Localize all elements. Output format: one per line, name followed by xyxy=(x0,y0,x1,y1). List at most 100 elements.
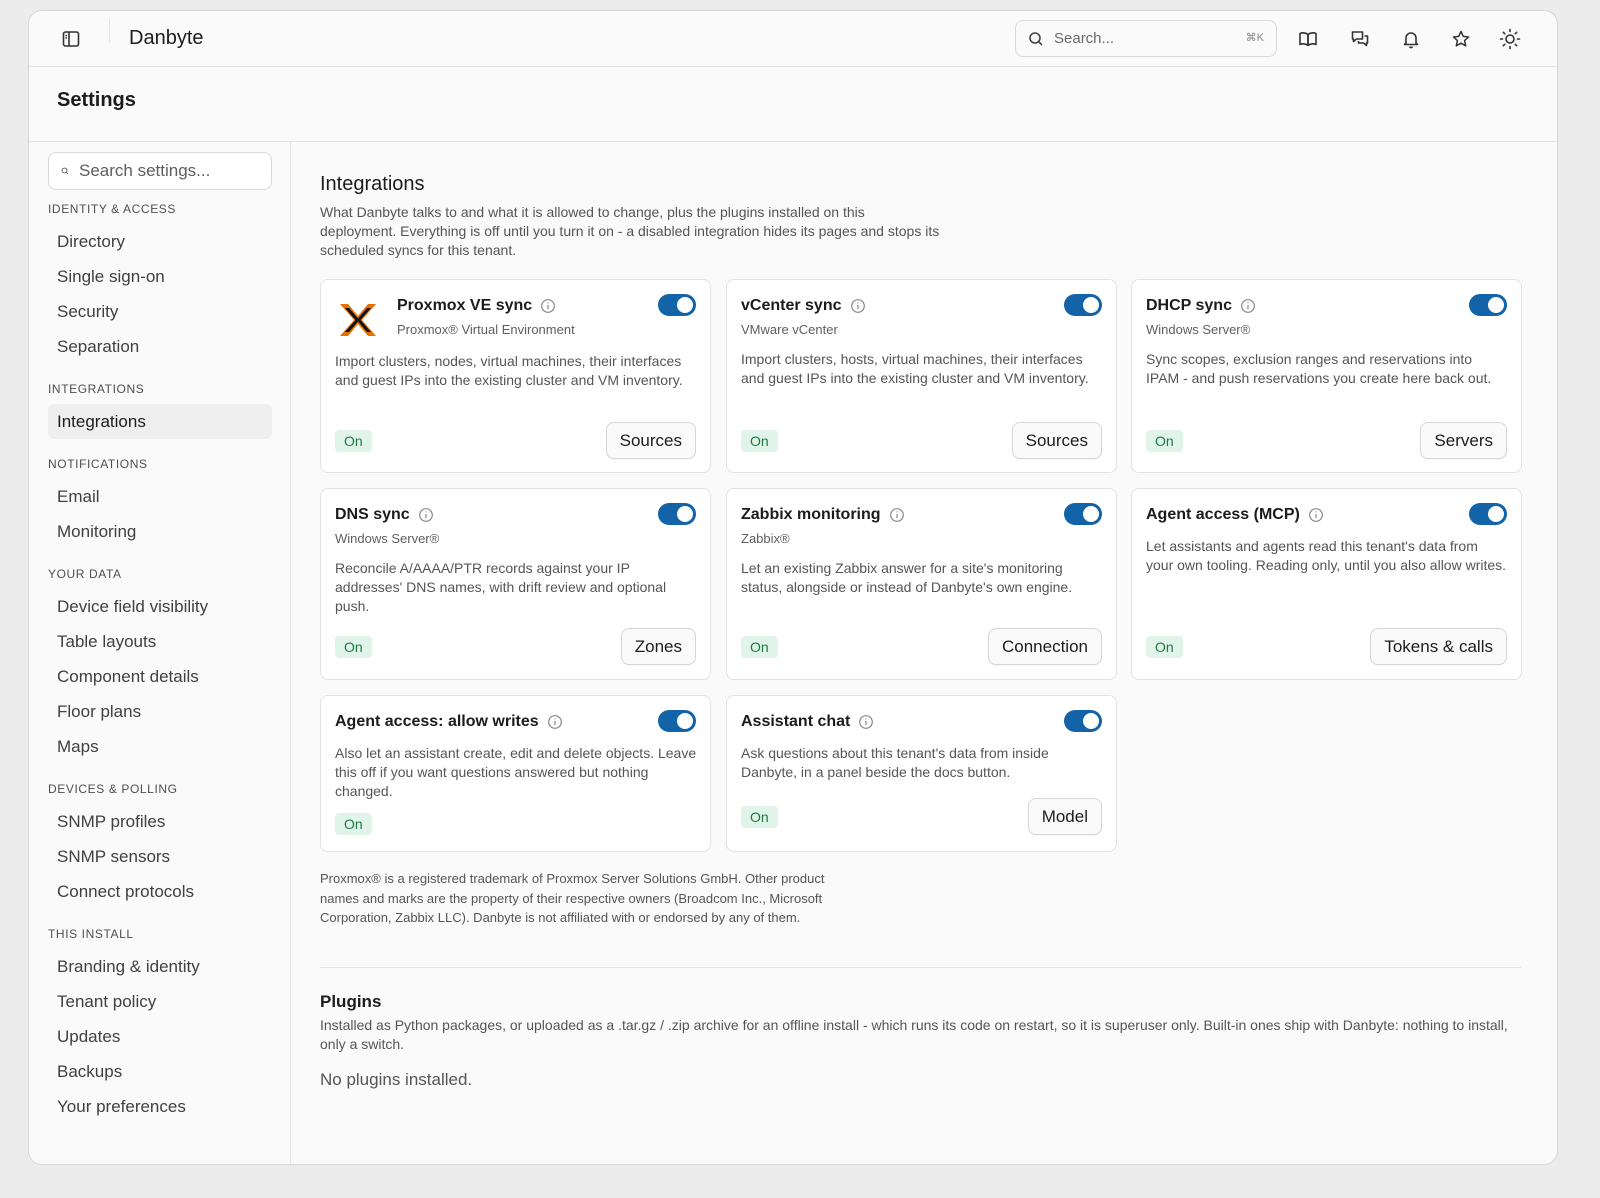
agent-access-mcp-toggle[interactable] xyxy=(1469,503,1507,525)
sidebar-item-email[interactable]: Email xyxy=(48,479,272,514)
search-shortcut: ⌘K xyxy=(1245,32,1264,44)
book-icon[interactable] xyxy=(1296,27,1320,51)
sidebar-item-device-field-visibility[interactable]: Device field visibility xyxy=(48,589,272,624)
sidebar-item-separation[interactable]: Separation xyxy=(48,329,272,364)
settings-header: Settings xyxy=(29,67,1557,142)
info-icon[interactable] xyxy=(858,714,874,730)
sidebar-item-maps[interactable]: Maps xyxy=(48,729,272,764)
status-badge: On xyxy=(741,430,778,452)
sidebar-item-updates[interactable]: Updates xyxy=(48,1019,272,1054)
card-description: Let an existing Zabbix answer for a site… xyxy=(741,560,1073,595)
sidebar-item-branding-identity[interactable]: Branding & identity xyxy=(48,949,272,984)
card-subtitle: Windows Server® xyxy=(1146,322,1251,337)
sidebar-item-monitoring[interactable]: Monitoring xyxy=(48,514,272,549)
zabbix-monitoring-connection-button[interactable]: Connection xyxy=(987,628,1102,665)
dhcp-sync-toggle[interactable] xyxy=(1469,294,1507,316)
settings-search-input[interactable] xyxy=(79,161,259,181)
agent-access-allow-writes-toggle[interactable] xyxy=(658,710,696,732)
card-title: Zabbix monitoring xyxy=(741,506,881,523)
sidebar-item-directory[interactable]: Directory xyxy=(48,224,272,259)
integration-card-proxmox-ve-sync: Proxmox VE sync Proxmox® Virtual Environm… xyxy=(320,279,711,473)
sidebar-item-your-preferences[interactable]: Your preferences xyxy=(48,1089,272,1124)
bell-icon[interactable] xyxy=(1399,27,1423,51)
integration-card-agent-access-allow-writes: Agent access: allow writes Also let an as… xyxy=(320,695,711,852)
card-subtitle: Zabbix® xyxy=(741,531,790,546)
settings-nav: IDENTITY & ACCESS Directory Single sign-on… xyxy=(48,202,272,1124)
card-description: Sync scopes, exclusion ranges and reserv… xyxy=(1146,351,1492,386)
section-divider xyxy=(320,967,1521,968)
sidebar-toggle-icon[interactable] xyxy=(59,27,83,51)
status-badge: On xyxy=(741,636,778,658)
sidebar-item-snmp-sensors[interactable]: SNMP sensors xyxy=(48,839,272,874)
nav-section-title: DEVICES & POLLING xyxy=(48,782,178,796)
sidebar-item-floor-plans[interactable]: Floor plans xyxy=(48,694,272,729)
status-badge: On xyxy=(335,636,372,658)
vcenter-sync-toggle[interactable] xyxy=(1064,294,1102,316)
card-header: Agent access (MCP) xyxy=(1146,503,1507,527)
nav-section-title: INTEGRATIONS xyxy=(48,382,145,396)
assistant-chat-model-button[interactable]: Model xyxy=(1027,798,1102,835)
integration-card-assistant-chat: Assistant chat Ask questions about this t… xyxy=(726,695,1117,852)
card-title: Assistant chat xyxy=(741,713,851,730)
card-title: DNS sync xyxy=(335,506,410,523)
nav-section: DEVICES & POLLING SNMP profiles SNMP senso… xyxy=(48,782,272,909)
proxmox-ve-sync-toggle[interactable] xyxy=(658,294,696,316)
integration-card-dns-sync: DNS sync Windows Server® Reconcile A/AAAA/… xyxy=(320,488,711,680)
dns-sync-toggle[interactable] xyxy=(658,503,696,525)
dns-sync-zones-button[interactable]: Zones xyxy=(620,628,696,665)
nav-section: THIS INSTALL Branding & identity Tenant po… xyxy=(48,927,272,1124)
sidebar-item-table-layouts[interactable]: Table layouts xyxy=(48,624,272,659)
sidebar-item-backups[interactable]: Backups xyxy=(48,1054,272,1089)
info-icon[interactable] xyxy=(1308,507,1324,523)
nav-section: INTEGRATIONS Integrations xyxy=(48,382,272,439)
toggle-knob xyxy=(677,506,693,522)
sidebar-item-integrations[interactable]: Integrations xyxy=(48,404,272,439)
top-bar: Danbyte ⌘K xyxy=(29,11,1557,67)
sidebar-item-tenant-policy[interactable]: Tenant policy xyxy=(48,984,272,1019)
status-badge: On xyxy=(1146,430,1183,452)
plugins-empty-state: No plugins installed. xyxy=(320,1070,473,1089)
card-description: Reconcile A/AAAA/PTR records against you… xyxy=(335,560,667,614)
nav-section-title: THIS INSTALL xyxy=(48,927,134,941)
status-badge: On xyxy=(335,430,372,452)
card-description: Ask questions about this tenant's data f… xyxy=(741,745,1049,780)
info-icon[interactable] xyxy=(850,298,866,314)
proxmox-ve-sync-sources-button[interactable]: Sources xyxy=(605,422,696,459)
card-title: vCenter sync xyxy=(741,297,842,314)
zabbix-monitoring-toggle[interactable] xyxy=(1064,503,1102,525)
info-icon[interactable] xyxy=(1240,298,1256,314)
card-subtitle: Proxmox® Virtual Environment xyxy=(397,322,575,337)
vcenter-sync-sources-button[interactable]: Sources xyxy=(1011,422,1102,459)
info-icon[interactable] xyxy=(547,714,563,730)
nav-section-title: NOTIFICATIONS xyxy=(48,457,148,471)
card-description: Also let an assistant create, edit and d… xyxy=(335,745,697,799)
sidebar-item-connect-protocols[interactable]: Connect protocols xyxy=(48,874,272,909)
card-title: Proxmox VE sync xyxy=(397,297,533,314)
assistant-chat-toggle[interactable] xyxy=(1064,710,1102,732)
plugins-title: Plugins xyxy=(320,992,382,1011)
nav-section: NOTIFICATIONS Email Monitoring xyxy=(48,457,272,549)
sidebar-item-single-sign-on[interactable]: Single sign-on xyxy=(48,259,272,294)
status-badge: On xyxy=(1146,636,1183,658)
info-icon[interactable] xyxy=(540,298,556,314)
integration-card-agent-access-mcp: Agent access (MCP) Let assistants and age… xyxy=(1131,488,1522,680)
integrations-title: Integrations xyxy=(320,173,425,195)
star-icon[interactable] xyxy=(1449,27,1473,51)
sidebar-item-snmp-profiles[interactable]: SNMP profiles xyxy=(48,804,272,839)
info-icon[interactable] xyxy=(418,507,434,523)
sidebar-item-component-details[interactable]: Component details xyxy=(48,659,272,694)
card-header: Assistant chat xyxy=(741,710,1102,734)
info-icon[interactable] xyxy=(889,507,905,523)
agent-access-mcp-tokens-calls-button[interactable]: Tokens & calls xyxy=(1370,628,1507,665)
chat-icon[interactable] xyxy=(1348,27,1372,51)
sun-icon[interactable] xyxy=(1498,27,1522,51)
global-search-input[interactable] xyxy=(1054,30,1234,47)
sidebar-item-security[interactable]: Security xyxy=(48,294,272,329)
card-header: DNS sync xyxy=(335,503,696,527)
nav-section: YOUR DATA Device field visibility Table la… xyxy=(48,567,272,764)
plugins-description: Installed as Python packages, or uploade… xyxy=(320,1017,1508,1052)
status-badge: On xyxy=(335,813,372,835)
dhcp-sync-servers-button[interactable]: Servers xyxy=(1420,422,1507,459)
global-search[interactable]: ⌘K xyxy=(1015,20,1277,57)
settings-search[interactable] xyxy=(48,152,272,190)
